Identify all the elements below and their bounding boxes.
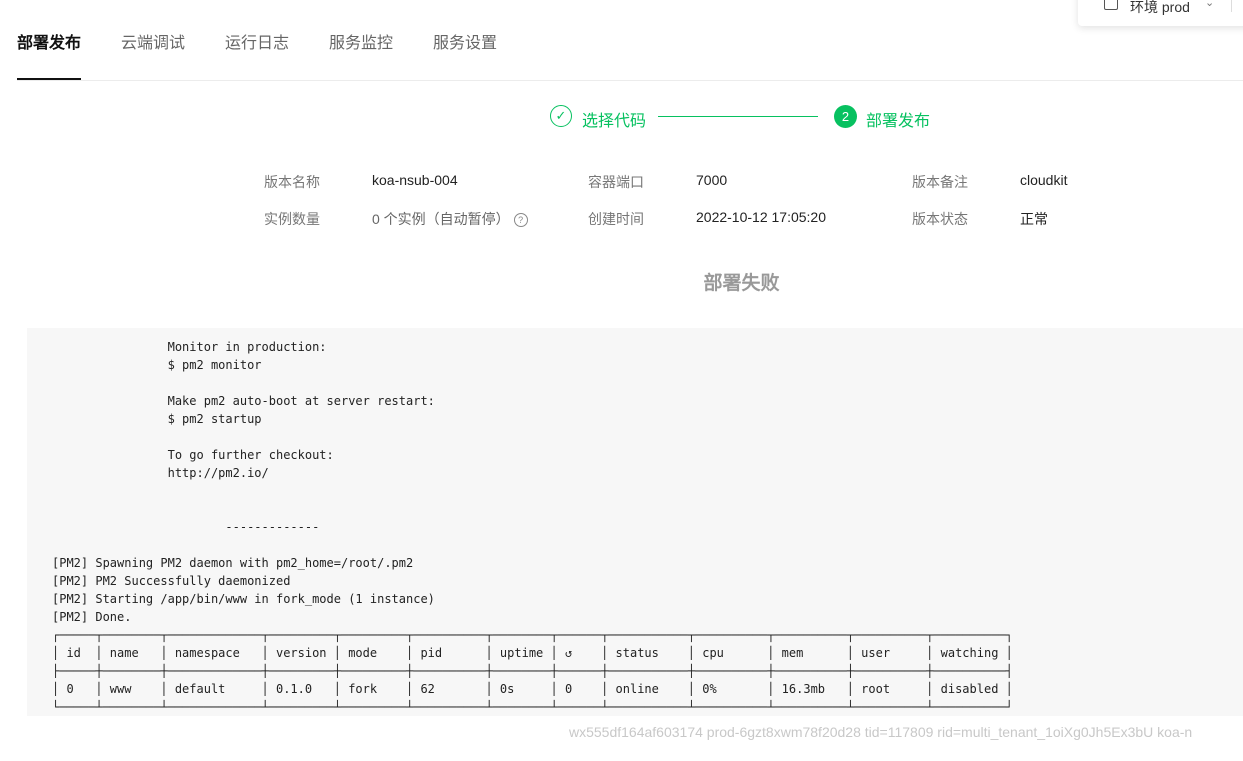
step-deploy: 部署发布 bbox=[866, 113, 931, 130]
env-icon bbox=[1104, 0, 1118, 10]
env-dropdown[interactable]: 环境 prod ⌄ bbox=[1078, 0, 1243, 26]
deploy-log-text: Monitor in production: $ pm2 monitor Mak… bbox=[52, 340, 1013, 714]
port-value: 7000 bbox=[696, 172, 728, 188]
tab-deploy[interactable]: 部署发布 bbox=[17, 29, 81, 53]
tab-cloud-debug[interactable]: 云端调试 bbox=[121, 29, 185, 53]
deploy-status-title: 部署失败 bbox=[703, 273, 780, 294]
chevron-down-icon: ⌄ bbox=[1205, 0, 1215, 9]
port-label: 容器端口 bbox=[588, 174, 644, 190]
tab-bar: 部署发布 云端调试 运行日志 服务监控 服务设置 bbox=[17, 0, 1243, 81]
status-value: 正常 bbox=[1020, 211, 1048, 227]
version-name-value: koa-nsub-004 bbox=[372, 172, 458, 188]
instances-label: 实例数量 bbox=[264, 211, 320, 227]
status-label: 版本状态 bbox=[912, 211, 968, 227]
instances-value: 0 个实例（自动暂停） bbox=[372, 211, 510, 227]
tab-run-logs[interactable]: 运行日志 bbox=[225, 29, 289, 53]
remark-label: 版本备注 bbox=[912, 174, 968, 190]
check-icon: ✓ bbox=[550, 105, 572, 127]
version-name-label: 版本名称 bbox=[264, 174, 320, 190]
step-connector bbox=[658, 116, 818, 117]
created-value: 2022-10-12 17:05:20 bbox=[696, 209, 826, 225]
tab-service-settings[interactable]: 服务设置 bbox=[433, 29, 497, 53]
tab-service-monitor[interactable]: 服务监控 bbox=[329, 29, 393, 53]
instances-value-wrap: 0 个实例（自动暂停）? bbox=[372, 209, 528, 229]
env-label: 环境 prod bbox=[1130, 0, 1190, 15]
request-meta-footer: wx555df164af603174 prod-6gzt8xwm78f20d28… bbox=[569, 724, 1193, 740]
active-tab-indicator bbox=[17, 78, 81, 80]
step-select-code: 选择代码 bbox=[582, 113, 647, 130]
step-number-badge: 2 bbox=[834, 105, 857, 128]
remark-value: cloudkit bbox=[1020, 172, 1068, 188]
created-label: 创建时间 bbox=[588, 211, 644, 227]
deploy-log-panel[interactable]: Monitor in production: $ pm2 monitor Mak… bbox=[27, 328, 1243, 716]
help-icon[interactable]: ? bbox=[513, 213, 528, 227]
env-divider bbox=[1231, 0, 1232, 12]
